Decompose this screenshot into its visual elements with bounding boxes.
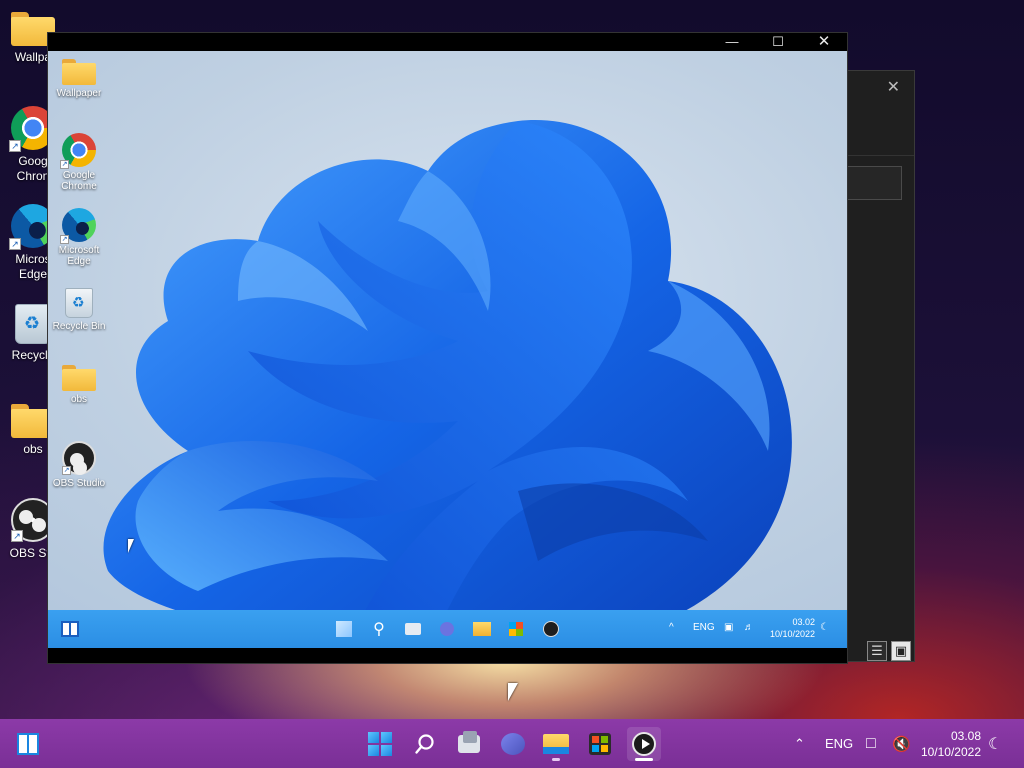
volume-muted-icon[interactable]: 🔇 bbox=[892, 719, 911, 768]
search-button[interactable] bbox=[408, 727, 442, 761]
guest-icon-label: OBS Studio bbox=[52, 478, 106, 489]
guest-date: 10/10/2022 bbox=[769, 629, 815, 639]
grid-view-button[interactable]: ▣ bbox=[891, 641, 911, 661]
obs-icon: ↗ bbox=[62, 441, 96, 475]
guest-icon-obs-studio[interactable]: ↗ OBS Studio bbox=[49, 441, 109, 489]
search-icon: ⚲ bbox=[373, 621, 385, 638]
store-icon bbox=[589, 733, 611, 755]
guest-file-explorer-button[interactable] bbox=[470, 617, 494, 641]
shortcut-arrow-icon: ↗ bbox=[62, 466, 71, 475]
guest-icon-label: Recycle Bin bbox=[52, 321, 106, 332]
guest-tray-chevron-icon[interactable]: ^ bbox=[669, 622, 674, 633]
maximize-button[interactable]: ☐ bbox=[755, 33, 801, 51]
guest-icon-label: Google bbox=[62, 170, 96, 181]
bloom-wallpaper bbox=[103, 120, 792, 648]
guest-start-button[interactable] bbox=[332, 617, 356, 641]
edge-icon: ↗ bbox=[60, 208, 96, 244]
guest-notification-icon[interactable]: ☾ bbox=[820, 622, 829, 633]
notification-icon[interactable]: ☾ bbox=[988, 719, 1002, 768]
guest-icon-obs-folder[interactable]: obs bbox=[49, 365, 109, 405]
close-icon[interactable]: ✕ bbox=[887, 77, 900, 97]
list-view-button[interactable]: ☰ bbox=[867, 641, 887, 661]
store-icon bbox=[509, 622, 523, 636]
guest-volume-icon[interactable]: ♬ bbox=[744, 622, 754, 633]
shortcut-arrow-icon: ↗ bbox=[60, 235, 69, 244]
widgets-icon bbox=[17, 733, 39, 755]
recycle-bin-icon: ♻ bbox=[65, 288, 93, 318]
guest-icon-recycle-bin[interactable]: ♻ Recycle Bin bbox=[49, 288, 109, 332]
clock[interactable]: 03.08 10/10/2022 bbox=[911, 728, 981, 760]
mouse-cursor bbox=[508, 683, 518, 701]
guest-search-button[interactable]: ⚲ bbox=[367, 617, 391, 641]
file-explorer-icon bbox=[473, 622, 491, 636]
widgets-button[interactable] bbox=[11, 727, 45, 761]
guest-chat-button[interactable] bbox=[435, 617, 459, 641]
microsoft-store-button[interactable] bbox=[583, 727, 617, 761]
guest-icon-label: Wallpaper bbox=[56, 88, 102, 99]
shortcut-arrow-icon: ↗ bbox=[11, 530, 23, 542]
guest-taskbar: ⚲ ^ ENG ▣ ♬ 03.02 10/10/2022 ☾ bbox=[48, 610, 847, 648]
chat-button[interactable] bbox=[496, 727, 530, 761]
close-button[interactable]: ✕ bbox=[801, 33, 847, 51]
window-titlebar[interactable]: — ☐ ✕ bbox=[48, 33, 847, 51]
tray-chevron-icon[interactable]: ⌃ bbox=[794, 719, 805, 768]
guest-obs-taskbar-button[interactable] bbox=[539, 617, 563, 641]
guest-desktop[interactable]: Wallpaper ↗ Google Chrome ↗ Microsoft Ed… bbox=[48, 51, 847, 648]
obs-icon bbox=[543, 621, 559, 637]
widgets-icon bbox=[61, 621, 79, 637]
chrome-icon: ↗ bbox=[60, 133, 96, 169]
network-icon[interactable]: □ bbox=[866, 719, 876, 768]
clock-date: 10/10/2022 bbox=[920, 745, 981, 759]
vm-status-bar bbox=[48, 648, 847, 663]
guest-store-button[interactable] bbox=[504, 617, 528, 641]
start-button[interactable] bbox=[363, 727, 397, 761]
windows-logo-icon bbox=[368, 732, 392, 756]
media-player-icon bbox=[632, 732, 656, 756]
media-player-button[interactable] bbox=[627, 727, 661, 761]
guest-network-icon[interactable]: ▣ bbox=[724, 622, 733, 633]
guest-mouse-cursor bbox=[128, 539, 134, 553]
taskbar: ⌃ ENG □ 🔇 03.08 10/10/2022 ☾ bbox=[0, 719, 1024, 768]
clock-time: 03.08 bbox=[950, 729, 981, 743]
task-view-icon bbox=[458, 731, 480, 753]
guest-time: 03.02 bbox=[792, 617, 815, 627]
search-icon bbox=[415, 734, 434, 754]
file-explorer-button[interactable] bbox=[539, 727, 573, 761]
running-indicator bbox=[552, 758, 560, 761]
recycle-bin-icon: ♻ bbox=[15, 304, 51, 344]
guest-clock[interactable]: 03.02 10/10/2022 bbox=[763, 616, 815, 640]
task-view-icon bbox=[405, 623, 421, 635]
guest-icon-google-chrome[interactable]: ↗ Google Chrome bbox=[49, 133, 109, 192]
active-indicator bbox=[635, 758, 653, 761]
file-explorer-icon bbox=[543, 734, 569, 754]
chat-icon bbox=[501, 733, 525, 755]
windows-logo-icon bbox=[336, 621, 352, 637]
minimize-button[interactable]: — bbox=[709, 33, 755, 51]
shortcut-arrow-icon: ↗ bbox=[60, 160, 69, 169]
guest-icon-label: Microsoft bbox=[58, 245, 100, 256]
guest-task-view-button[interactable] bbox=[401, 617, 425, 641]
folder-icon bbox=[62, 365, 96, 391]
folder-icon bbox=[62, 59, 96, 85]
vm-viewer-window[interactable]: — ☐ ✕ Wallpaper ↗ Google Chrome ↗ Micros… bbox=[47, 32, 848, 664]
guest-icon-wallpaper[interactable]: Wallpaper bbox=[49, 59, 109, 99]
guest-widgets-button[interactable] bbox=[58, 617, 82, 641]
shortcut-arrow-icon: ↗ bbox=[9, 140, 21, 152]
guest-icon-microsoft-edge[interactable]: ↗ Microsoft Edge bbox=[49, 208, 109, 267]
guest-language-indicator[interactable]: ENG bbox=[693, 622, 715, 633]
chat-icon bbox=[440, 622, 454, 636]
task-view-button[interactable] bbox=[452, 727, 486, 761]
guest-icon-label-line2: Chrome bbox=[61, 181, 97, 192]
guest-icon-label: obs bbox=[70, 394, 88, 405]
shortcut-arrow-icon: ↗ bbox=[9, 238, 21, 250]
language-indicator[interactable]: ENG bbox=[825, 719, 853, 768]
guest-icon-label-line2: Edge bbox=[67, 256, 91, 267]
